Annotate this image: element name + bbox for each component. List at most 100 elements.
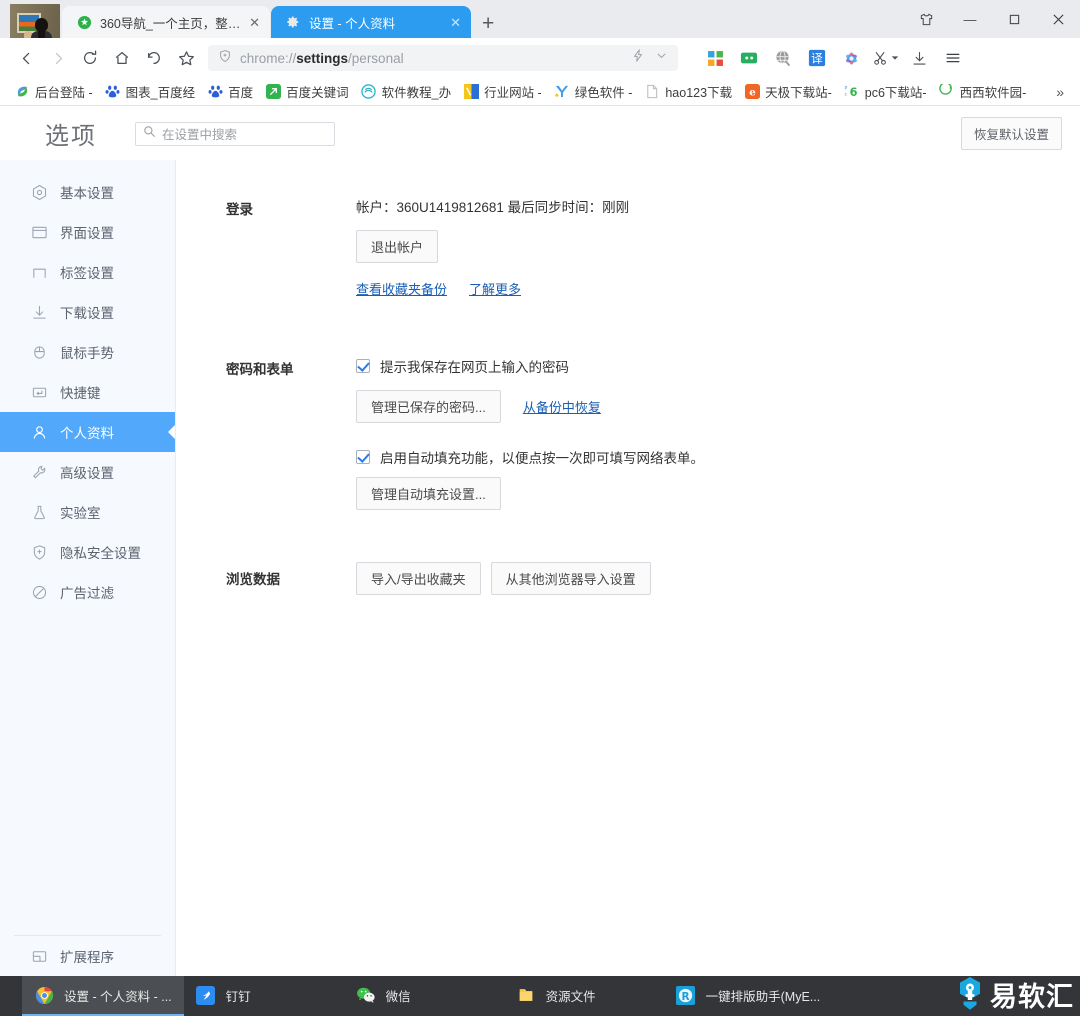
navigation-bar: chrome://settings/personal 译 [0, 38, 1080, 78]
tabs: 360导航_一个主页，整个世界 ✕ 设置 - 个人资料 ✕ + [62, 6, 494, 38]
lightning-icon[interactable] [631, 48, 645, 68]
apps-grid-icon[interactable] [700, 43, 730, 73]
sidebar-item-basic[interactable]: 基本设置 [0, 172, 175, 212]
yellow-blue-icon [463, 84, 479, 100]
baidu-icon [105, 84, 121, 100]
download-icon[interactable] [904, 43, 934, 73]
restore-defaults-button[interactable]: 恢复默认设置 [960, 117, 1062, 150]
bookmark-item[interactable]: 图表_百度经 [99, 81, 201, 103]
skin-shirt-icon[interactable] [904, 4, 948, 34]
bookmark-label: 行业网站 - [484, 86, 542, 100]
taskbar-item-browser[interactable]: 设置 - 个人资料 - ... [22, 976, 184, 1016]
undo-button[interactable] [138, 42, 170, 74]
reload-button[interactable] [74, 42, 106, 74]
sidebar-item-label: 广告过滤 [60, 586, 114, 601]
bookmark-item[interactable]: 西西软件园- [933, 81, 1033, 103]
bookmark-item[interactable]: 绿色软件 - [548, 81, 639, 103]
settings-header: 选项 在设置中搜索 恢复默认设置 [0, 107, 1080, 160]
restore-from-backup-link[interactable]: 从备份中恢复 [523, 397, 601, 416]
manage-passwords-button[interactable]: 管理已保存的密码... [356, 390, 501, 423]
bookmarks-overflow-button[interactable]: » [1048, 84, 1072, 100]
scissors-icon[interactable] [870, 43, 900, 73]
taskbar-item-label: 微信 [385, 989, 411, 1004]
chrome-icon [34, 985, 54, 1005]
dingtalk-icon [196, 985, 216, 1005]
tab-360-navigation[interactable]: 360导航_一个主页，整个世界 ✕ [62, 6, 270, 38]
autofill-checkbox[interactable] [356, 450, 370, 464]
sidebar-item-label: 扩展程序 [60, 950, 114, 965]
sidebar-item-extensions[interactable]: 扩展程序 [0, 936, 175, 976]
settings-content: 登录 帐户：360U1419812681 最后同步时间：刚刚 退出帐户 查看收藏… [176, 160, 1080, 976]
taskbar-item-dingtalk[interactable]: 钉钉 [184, 976, 344, 1016]
sidebar-item-privacy[interactable]: 隐私安全设置 [0, 532, 175, 572]
home-button[interactable] [106, 42, 138, 74]
section-login: 登录 帐户：360U1419812681 最后同步时间：刚刚 退出帐户 查看收藏… [176, 196, 1080, 298]
taskbar-item-typesetting-assistant[interactable]: R 一键排版助手(MyE... [664, 976, 833, 1016]
bookmark-item[interactable]: 百度关键词 [259, 81, 355, 103]
import-from-other-browser-button[interactable]: 从其他浏览器导入设置 [490, 562, 651, 595]
section-browsing-data: 浏览数据 导入/导出收藏夹 从其他浏览器导入设置 [176, 562, 1080, 595]
svg-text:6: 6 [850, 86, 858, 99]
close-icon[interactable]: ✕ [450, 16, 461, 29]
learn-more-link[interactable]: 了解更多 [469, 279, 521, 298]
bookmark-item[interactable]: Pc6 pc6下载站- [838, 81, 933, 103]
taskbar-item-label: 设置 - 个人资料 - ... [64, 989, 172, 1004]
sidebar-item-label: 隐私安全设置 [60, 546, 141, 561]
view-bookmark-backup-link[interactable]: 查看收藏夹备份 [356, 279, 447, 298]
url-text: chrome://settings/personal [240, 50, 404, 66]
green-square-icon [265, 84, 281, 100]
close-button[interactable] [1036, 4, 1080, 34]
sidebar-bottom: 扩展程序 [0, 935, 175, 976]
save-password-checkbox[interactable] [356, 359, 370, 373]
g-icon [939, 84, 955, 100]
wechat-icon [356, 985, 376, 1005]
address-bar[interactable]: chrome://settings/personal [208, 45, 678, 71]
globe-icon[interactable] [768, 43, 798, 73]
autofill-row[interactable]: 启用自动填充功能，以便点按一次即可填写网络表单。 [356, 447, 1080, 467]
taskbar-item-folder[interactable]: 资源文件 [504, 976, 664, 1016]
logout-button[interactable]: 退出帐户 [356, 230, 439, 263]
chat-icon[interactable] [734, 43, 764, 73]
menu-icon[interactable] [938, 43, 968, 73]
sidebar-item-lab[interactable]: 实验室 [0, 492, 175, 532]
tab-icon [30, 263, 48, 281]
svg-text:译: 译 [811, 52, 823, 66]
taskbar-item-label: 一键排版助手(MyE... [705, 989, 821, 1004]
bookmark-item[interactable]: 后台登陆 - [8, 81, 99, 103]
translate-icon[interactable]: 译 [802, 43, 832, 73]
bookmark-item[interactable]: 行业网站 - [457, 81, 548, 103]
sidebar-item-advanced[interactable]: 高级设置 [0, 452, 175, 492]
bookmark-item[interactable]: 百度 [201, 81, 259, 103]
chevron-down-icon[interactable] [655, 49, 668, 67]
bookmark-item[interactable]: e 天极下载站- [738, 81, 838, 103]
sidebar-item-adblock[interactable]: 广告过滤 [0, 572, 175, 612]
sidebar-item-personal[interactable]: 个人资料 [0, 412, 175, 452]
manage-autofill-button[interactable]: 管理自动填充设置... [356, 477, 501, 510]
import-export-bookmarks-button[interactable]: 导入/导出收藏夹 [356, 562, 481, 595]
bookmark-label: 天极下载站- [765, 86, 832, 100]
maximize-button[interactable] [992, 4, 1036, 34]
sidebar-item-downloads[interactable]: 下载设置 [0, 292, 175, 332]
sidebar-item-shortcuts[interactable]: 快捷键 [0, 372, 175, 412]
new-tab-button[interactable]: + [482, 13, 494, 34]
back-button[interactable] [10, 42, 42, 74]
settings-page: 选项 在设置中搜索 恢复默认设置 基本设置 界面设置 标签设置 下载设置 鼠标手… [0, 107, 1080, 976]
search-input[interactable]: 在设置中搜索 [135, 121, 335, 146]
bookmark-star-icon[interactable] [170, 42, 202, 74]
sidebar-item-label: 下载设置 [60, 306, 114, 321]
bookmarks-bar: 后台登陆 - 图表_百度经 百度 百度关键词 软件教程_办 行业网站 - 绿色软… [0, 78, 1080, 106]
bookmark-item[interactable]: 软件教程_办 [355, 81, 457, 103]
sidebar-item-tabs[interactable]: 标签设置 [0, 252, 175, 292]
sidebar-item-mouse-gestures[interactable]: 鼠标手势 [0, 332, 175, 372]
bookmark-item[interactable]: hao123下载 [638, 81, 738, 103]
download-arrow-icon [30, 303, 48, 321]
360-favicon [76, 14, 92, 30]
minimize-button[interactable]: — [948, 4, 992, 34]
tab-settings-personal[interactable]: 设置 - 个人资料 ✕ [271, 6, 471, 38]
close-icon[interactable]: ✕ [249, 16, 260, 29]
save-password-row[interactable]: 提示我保存在网页上输入的密码 [356, 356, 1080, 376]
flower-icon[interactable] [836, 43, 866, 73]
sidebar-item-interface[interactable]: 界面设置 [0, 212, 175, 252]
bookmark-label: 软件教程_办 [381, 86, 452, 100]
taskbar-item-wechat[interactable]: 微信 [344, 976, 504, 1016]
